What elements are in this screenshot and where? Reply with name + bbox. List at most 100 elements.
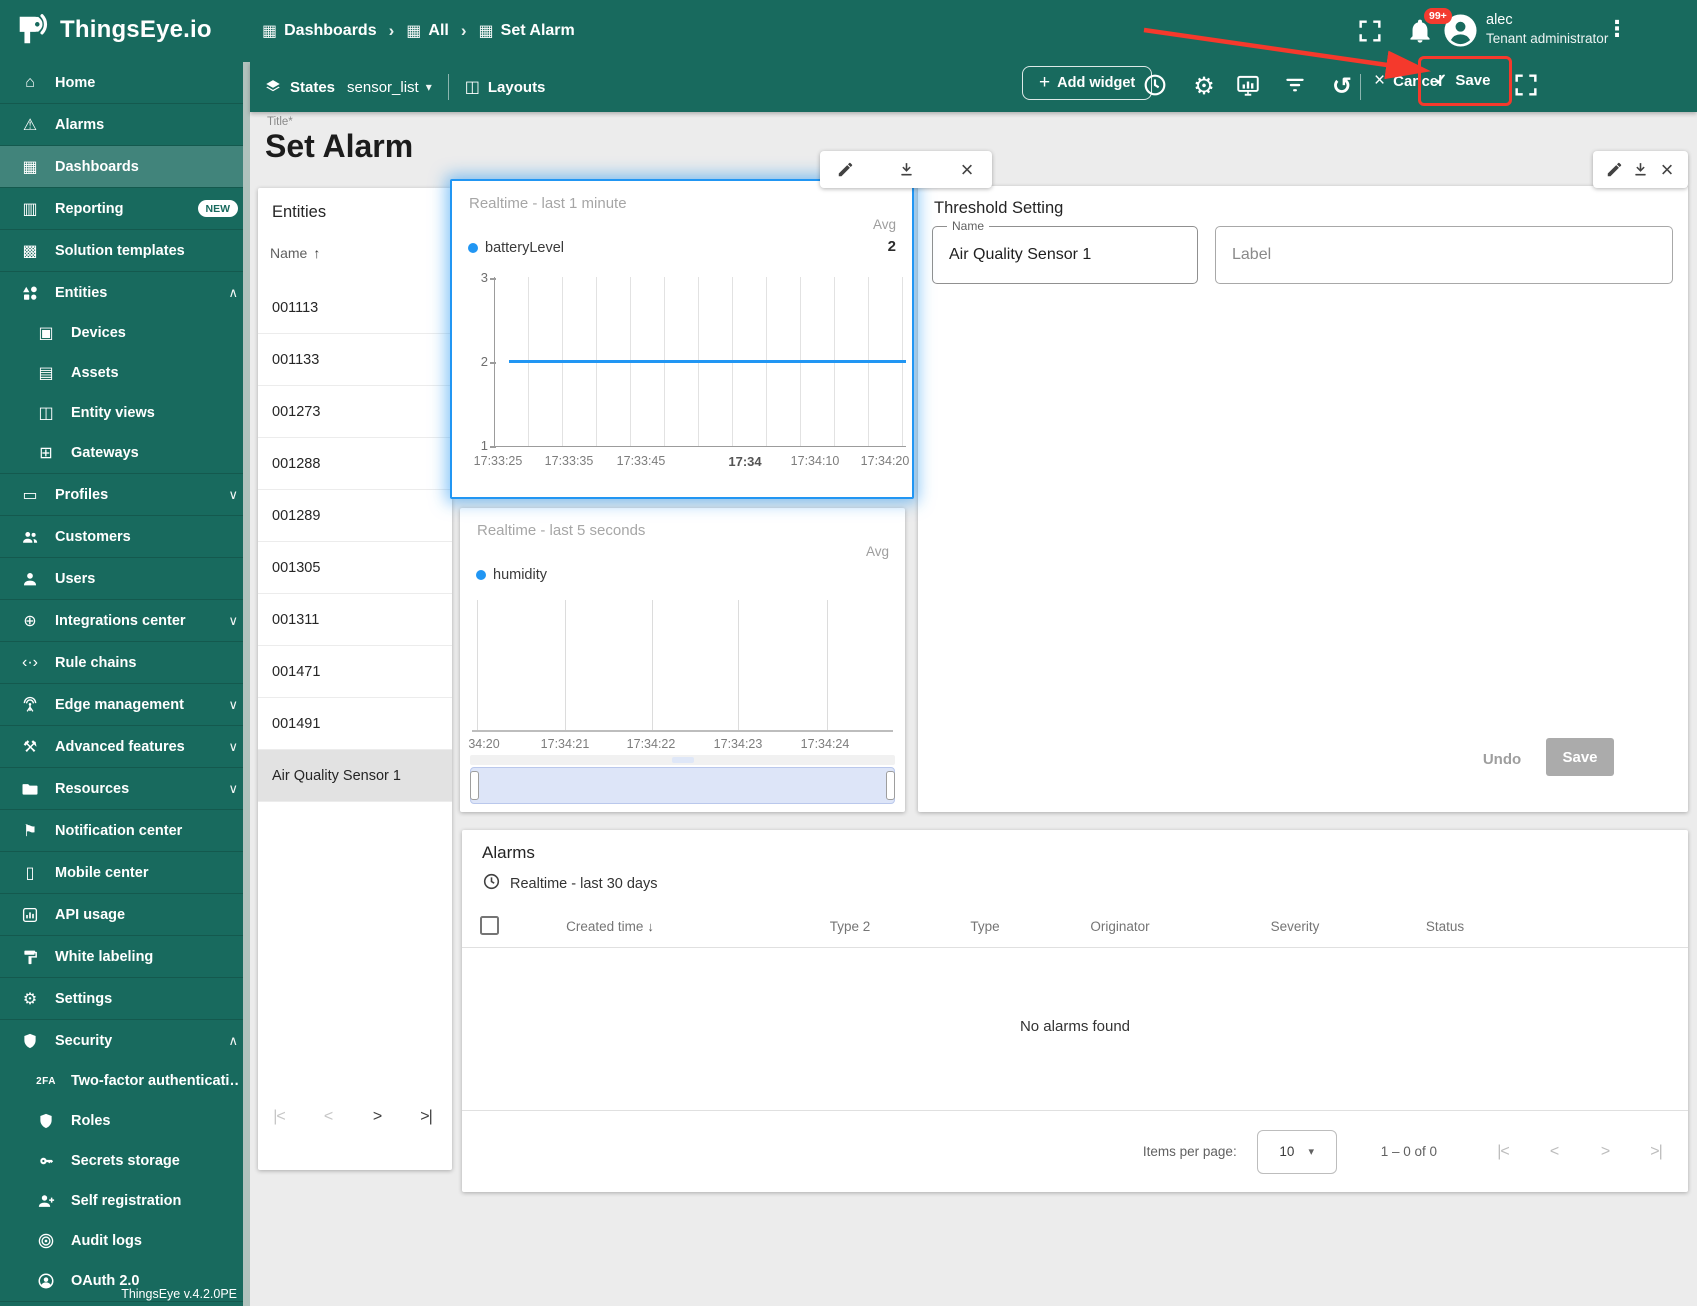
sidebar-item-alarms[interactable]: ⚠ Alarms — [0, 104, 250, 145]
sidebar-item-settings[interactable]: ⚙ Settings — [0, 978, 250, 1019]
last-page-button[interactable]: >| — [413, 1108, 439, 1126]
entity-row-001305[interactable]: 001305 — [258, 542, 452, 594]
sidebar-item-roles[interactable]: Roles — [0, 1101, 250, 1141]
filters-button[interactable] — [1280, 72, 1310, 102]
sidebar-item-mobile-center[interactable]: ▯ Mobile center — [0, 852, 250, 893]
range-slider-left-handle[interactable] — [470, 771, 479, 800]
sidebar-item-edge-management[interactable]: Edge management ∨ — [0, 684, 250, 725]
chart2-zoom-rail[interactable] — [470, 755, 895, 765]
battery-level-chart-widget[interactable]: Realtime - last 1 minute Avg batteryLeve… — [450, 179, 914, 499]
reporting-icon: ▥ — [22, 200, 38, 218]
dashboard-settings-gear-button[interactable]: ⚙ — [1189, 72, 1219, 102]
range-slider-right-handle[interactable] — [886, 771, 895, 800]
dashboard-title[interactable]: Set Alarm — [265, 128, 413, 165]
entity-row-001113[interactable]: 001113 — [258, 282, 452, 334]
prev-page-button[interactable]: < — [315, 1108, 341, 1126]
sidebar-item-secrets-storage[interactable]: Secrets storage — [0, 1141, 250, 1181]
sidebar-item-entities[interactable]: Entities ∧ — [0, 272, 250, 313]
sidebar-item-rule-chains[interactable]: ‹·› Rule chains — [0, 642, 250, 683]
sidebar-item-gateways[interactable]: ⊞ Gateways — [0, 433, 250, 473]
check-icon: ✓ — [1434, 72, 1448, 89]
chart1-legend[interactable]: batteryLevel — [468, 240, 564, 256]
breadcrumb-separator-icon: › — [388, 21, 395, 40]
entity-aliases-button[interactable] — [1233, 72, 1263, 102]
sidebar-item-advanced-features[interactable]: ⚒ Advanced features ∨ — [0, 726, 250, 767]
entity-row-001289[interactable]: 001289 — [258, 490, 452, 542]
next-page-button[interactable]: > — [1593, 1143, 1617, 1161]
chart2-legend[interactable]: humidity — [476, 567, 547, 583]
sidebar-scrollbar[interactable] — [243, 62, 250, 1306]
sidebar-item-customers[interactable]: Customers — [0, 516, 250, 557]
alarms-column-type[interactable]: Type — [970, 919, 999, 934]
entity-row-001288[interactable]: 001288 — [258, 438, 452, 490]
sidebar-item-audit-logs[interactable]: Audit logs — [0, 1221, 250, 1261]
sidebar-item-notification-center[interactable]: ⚑ Notification center — [0, 810, 250, 851]
select-all-checkbox[interactable] — [480, 916, 499, 935]
cancel-button[interactable]: × Cancel — [1374, 70, 1442, 92]
entity-row-001471[interactable]: 001471 — [258, 646, 452, 698]
items-per-page-select[interactable]: 10 ▾ — [1256, 1129, 1337, 1174]
add-widget-button[interactable]: + Add widget — [1022, 66, 1153, 100]
entity-row-001133[interactable]: 001133 — [258, 334, 452, 386]
humidity-chart-widget[interactable]: Realtime - last 5 seconds Avg humidity 3… — [460, 508, 905, 812]
breadcrumb-item-dashboards[interactable]: ▦ Dashboards — [262, 21, 377, 41]
last-page-button[interactable]: >| — [1644, 1143, 1668, 1161]
sidebar-item-api-usage[interactable]: API usage — [0, 894, 250, 935]
sidebar-item-security[interactable]: Security ∧ — [0, 1020, 250, 1061]
alarms-column-created-time[interactable]: Created time ↓ — [566, 919, 654, 934]
entity-row-001491[interactable]: 001491 — [258, 698, 452, 750]
sidebar-item-dashboards[interactable]: ▦ Dashboards — [0, 146, 250, 187]
sidebar-item-profiles[interactable]: ▭ Profiles ∨ — [0, 474, 250, 515]
alarms-column-status[interactable]: Status — [1426, 919, 1464, 934]
sidebar-item-two-factor-authenticati[interactable]: 2FA Two-factor authenticati… — [0, 1061, 250, 1101]
threshold-name-input[interactable] — [949, 227, 1183, 283]
timewindow-clock-button[interactable] — [1140, 72, 1170, 102]
breadcrumb-item-set-alarm[interactable]: ▦ Set Alarm — [479, 21, 575, 41]
sidebar-item-home[interactable]: ⌂ Home — [0, 62, 250, 103]
threshold-label-input[interactable] — [1232, 227, 1658, 283]
remove-widget-close-icon[interactable]: × — [1656, 157, 1678, 182]
export-widget-download-icon[interactable] — [895, 159, 917, 181]
first-page-button[interactable]: |< — [1491, 1143, 1515, 1161]
sidebar-item-entity-views[interactable]: ◫ Entity views — [0, 393, 250, 433]
legend-dot-icon — [476, 570, 486, 580]
alarms-column-type-2[interactable]: Type 2 — [830, 919, 871, 934]
sidebar-item-self-registration[interactable]: Self registration — [0, 1181, 250, 1221]
alarms-column-originator[interactable]: Originator — [1090, 919, 1149, 934]
exit-fullscreen-icon[interactable] — [1356, 17, 1384, 45]
version-history-button[interactable]: ↺ — [1327, 72, 1357, 102]
entity-row-001273[interactable]: 001273 — [258, 386, 452, 438]
alarms-column-severity[interactable]: Severity — [1271, 919, 1320, 934]
sidebar-item-resources[interactable]: Resources ∨ — [0, 768, 250, 809]
entities-name-column-header[interactable]: Name ↑ — [270, 245, 320, 261]
sidebar-item-integrations-center[interactable]: ⊕ Integrations center ∨ — [0, 600, 250, 641]
remove-widget-close-icon[interactable]: × — [956, 157, 978, 182]
threshold-save-button[interactable]: Save — [1546, 738, 1614, 776]
layouts-button[interactable]: Layouts — [488, 79, 546, 96]
state-caret-icon[interactable]: ▾ — [426, 80, 432, 94]
sidebar-item-users[interactable]: Users — [0, 558, 250, 599]
kebab-menu-icon[interactable]: ⋮ — [1606, 16, 1628, 42]
sidebar-item-reporting[interactable]: ▥ Reporting NEW — [0, 188, 250, 229]
state-select[interactable]: sensor_list — [347, 79, 419, 96]
first-page-button[interactable]: |< — [266, 1108, 292, 1126]
threshold-undo-button[interactable]: Undo — [1466, 742, 1538, 776]
sidebar-item-assets[interactable]: ▤ Assets — [0, 353, 250, 393]
app-logo[interactable]: ThingsEye.io — [14, 11, 212, 49]
entity-row-air-quality-sensor-1[interactable]: Air Quality Sensor 1 — [258, 750, 452, 802]
save-button[interactable]: ✓ Save — [1434, 70, 1490, 90]
next-page-button[interactable]: > — [364, 1108, 390, 1126]
prev-page-button[interactable]: < — [1542, 1143, 1566, 1161]
edit-widget-pencil-icon[interactable] — [1603, 159, 1625, 181]
sidebar-item-devices[interactable]: ▣ Devices — [0, 313, 250, 353]
entity-row-001311[interactable]: 001311 — [258, 594, 452, 646]
chart2-range-slider[interactable] — [470, 767, 895, 804]
alarms-timewindow-button[interactable]: Realtime - last 30 days — [482, 872, 657, 895]
export-widget-download-icon[interactable] — [1630, 159, 1652, 181]
sidebar-item-solution-templates[interactable]: ▩ Solution templates — [0, 230, 250, 271]
sidebar-item-white-labeling[interactable]: White labeling — [0, 936, 250, 977]
breadcrumb-item-all[interactable]: ▦ All — [406, 21, 449, 41]
edit-widget-pencil-icon[interactable] — [834, 159, 856, 181]
fullscreen-button[interactable] — [1512, 71, 1540, 99]
chart1-xtick: 17:34:20 — [860, 454, 910, 468]
